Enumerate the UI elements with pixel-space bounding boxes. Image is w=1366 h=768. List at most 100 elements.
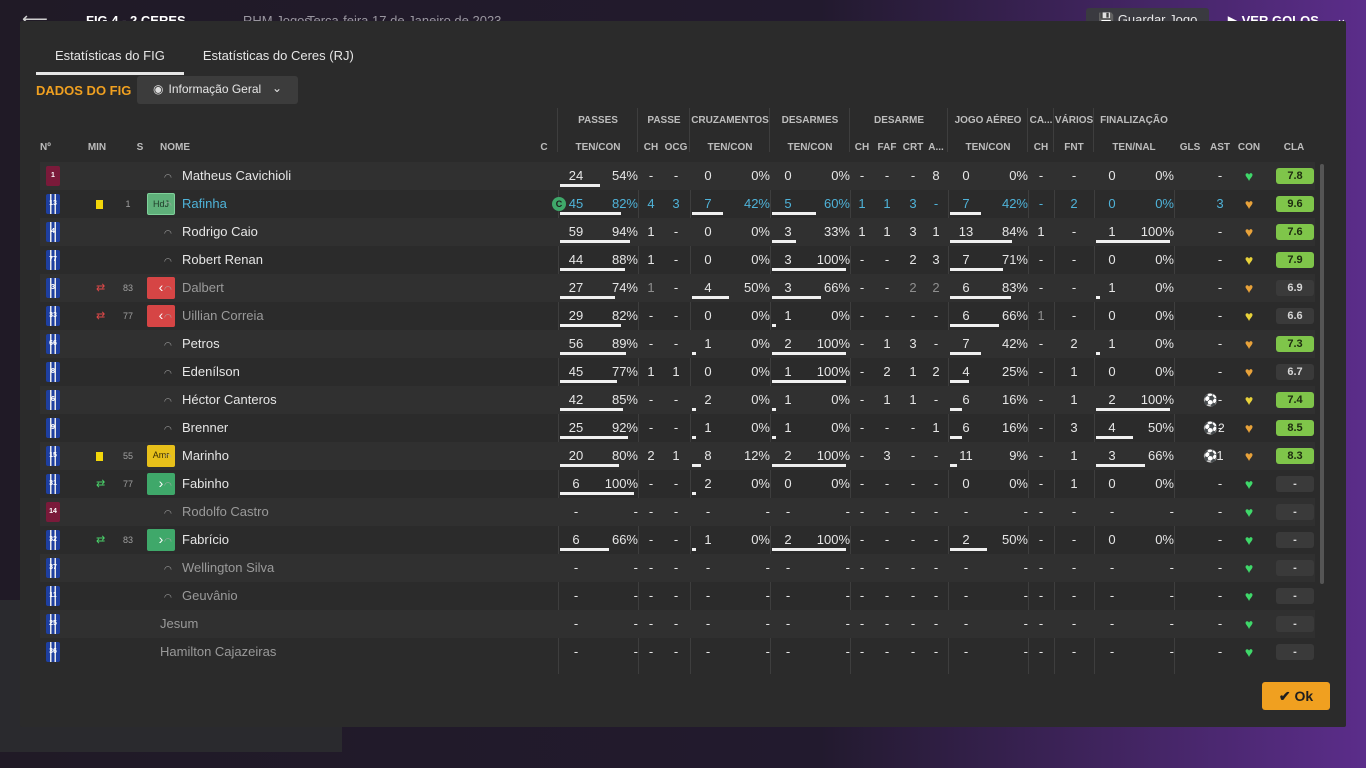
table-row[interactable]: 11 ◠ Geuvânio - - - - - - - - - - - - - - - - - - - ♥ - <box>40 582 1315 610</box>
player-name[interactable]: ◠ Uillian Correia <box>160 302 264 330</box>
stat-a: 3 <box>932 252 940 267</box>
player-name[interactable]: ◠ Rodrigo Caio <box>160 218 258 246</box>
stat-ocg: - <box>673 532 679 547</box>
player-name[interactable]: ◠ Rodolfo Castro <box>160 498 269 526</box>
stat-faf: - <box>884 280 890 295</box>
player-name[interactable]: ◠ Brenner <box>160 414 228 442</box>
stat-fnt: 1 <box>1070 476 1078 491</box>
player-name-text: Brenner <box>182 420 229 435</box>
stat-faf: - <box>884 588 890 603</box>
table-row[interactable]: 15 55 Amr ◠ Marinho 20 80% 8 12% 2 100% 11 9% 3 66% 2 1-… <box>40 442 1315 470</box>
player-name[interactable]: ◠ Wellington Silva <box>160 554 274 582</box>
table-row[interactable]: 4 ◠ Rodrigo Caio 59 94% 0 0% 3 33% 13 84% 1 100% 1-1 1… <box>40 218 1315 246</box>
stat-cart: - <box>1038 588 1044 603</box>
shirt-number-icon: 8 <box>46 362 60 382</box>
cruz-pct: 0% <box>751 532 770 547</box>
view-dropdown[interactable]: ◉ Informação Geral ⌄ <box>137 76 298 104</box>
cruz-pct: 0% <box>751 336 770 351</box>
col-header-d_a: A... <box>928 142 944 153</box>
des-attempts: 0 <box>784 476 792 491</box>
minute: 83 <box>122 283 133 293</box>
minute: 1 <box>125 199 131 209</box>
stat-dch: - <box>859 168 865 183</box>
player-name[interactable]: ◠ Dalbert <box>160 274 224 302</box>
player-name[interactable]: ◠ Matheus Cavichioli <box>160 162 291 190</box>
stat-ocg: - <box>673 224 679 239</box>
table-row[interactable]: 9 ◠ Brenner 25 92% 1 0% 1 0% 6 16% 4 50% - - - - -1-3- ⚽2 ♥… <box>40 414 1315 442</box>
aer-pct: 16% <box>1001 420 1028 435</box>
player-name[interactable]: ◠ Fabinho <box>160 470 229 498</box>
stat-crt: 1 <box>909 392 917 407</box>
table-row[interactable]: 36 Hamilton Cajazeiras - - - - - - - - - - - - - - - - - - -… <box>40 638 1315 666</box>
pass-attempts: - <box>573 616 579 631</box>
aer-attempts: - <box>963 644 969 659</box>
table-row[interactable]: 3 ⇄ 83 ‹ ◠ Dalbert 27 74% 4 50% 3 66% 6 83% 1 0% 1- - -2 2-… <box>40 274 1315 302</box>
rating-badge: - <box>1276 476 1314 492</box>
scrollbar[interactable] <box>1320 164 1324 584</box>
stat-ch: - <box>648 644 654 659</box>
stat-ast: - <box>1217 168 1223 183</box>
player-name[interactable]: ◠ Robert Renan <box>160 246 263 274</box>
des-bar <box>772 212 816 215</box>
shirt-number-icon: 32 <box>46 530 60 550</box>
fin-pct: - <box>1169 644 1174 659</box>
table-row[interactable]: 33 ⇄ 77 ‹ ◠ Uillian Correia 29 82% 0 0% 1 0% 6 66% 0 0%… <box>40 302 1315 330</box>
pass-bar <box>560 380 617 383</box>
fin-pct: 0% <box>1155 532 1174 547</box>
tab-bar: Estatísticas do FIG Estatísticas do Cere… <box>36 43 373 75</box>
stat-faf: - <box>884 504 890 519</box>
player-name[interactable]: ◠ Edenílson <box>160 358 240 386</box>
pass-bar <box>560 464 619 467</box>
shirt-number-icon: 1 <box>46 166 60 186</box>
headset-icon: ◠ <box>164 368 172 378</box>
player-name-text: Hamilton Cajazeiras <box>160 644 277 659</box>
col-header-fin_tn: TEN/NAL <box>1112 142 1156 153</box>
eye-icon: ◉ <box>153 82 164 96</box>
stat-ch: - <box>648 336 654 351</box>
pass-bar <box>560 324 621 327</box>
ok-button[interactable]: ✔ Ok <box>1262 682 1330 710</box>
stat-cart: - <box>1038 504 1044 519</box>
player-name[interactable]: ◠ Geuvânio <box>160 582 238 610</box>
table-row[interactable]: 25 Jesum - - - - - - - - - - - - - - - - - - - ♥ - <box>40 610 1315 638</box>
table-row[interactable]: 37 ◠ Wellington Silva - - - - - - - - - - - - - - - - - - - ♥ - <box>40 554 1315 582</box>
table-row[interactable]: 1 ◠ Matheus Cavichioli 24 54% 0 0% 0 0% 0 0% 0 0% - - -… <box>40 162 1315 190</box>
des-pct: - <box>845 588 850 603</box>
player-name[interactable]: ◠ Petros <box>160 330 220 358</box>
player-name[interactable]: ◠ Fabrício <box>160 526 229 554</box>
pass-pct: - <box>633 644 638 659</box>
tab-ceres-stats[interactable]: Estatísticas do Ceres (RJ) <box>184 43 373 75</box>
table-row[interactable]: 14 ◠ Rodolfo Castro - - - - - - - - - - - - - - - - - - - ♥ - <box>40 498 1315 526</box>
table-row[interactable]: 31 ⇄ 77 › ◠ Fabinho 6 100% 2 0% 0 0% 0 0% 0 0% - - - - - - -1-… <box>40 470 1315 498</box>
headset-icon: ◠ <box>164 284 172 294</box>
table-row[interactable]: 13 1 HdJ ◠ Rafinha C 45 82% 7 42% 5 60% 7 42% 0 0% 4 3 1 1 3… <box>40 190 1315 218</box>
player-name[interactable]: Jesum <box>160 610 198 638</box>
condition-heart-icon: ♥ <box>1244 392 1254 408</box>
stat-cart: - <box>1038 448 1044 463</box>
rating-badge: 7.9 <box>1276 252 1314 268</box>
table-row[interactable]: 66 ◠ Petros 56 89% 1 0% 2 100% 7 42% 1 0% - - -1 3- -2- ♥ 7… <box>40 330 1315 358</box>
player-name[interactable]: ◠ Rafinha <box>160 190 227 218</box>
table-row[interactable]: 32 ⇄ 83 › ◠ Fabrício 6 66% 1 0% 2 100% 2 50% 0 0% - - - - - -… <box>40 526 1315 554</box>
fin-pct: 0% <box>1155 280 1174 295</box>
player-name-text: Fabinho <box>182 476 229 491</box>
headset-icon: ◠ <box>164 536 172 546</box>
stat-cart: 1 <box>1037 224 1045 239</box>
col-header-cart_ch: CH <box>1033 142 1049 153</box>
cruz-bar <box>692 296 729 299</box>
table-row[interactable]: 77 ◠ Robert Renan 44 88% 0 0% 3 100% 7 71% 0 0% 1- - -2… <box>40 246 1315 274</box>
aer-pct: 25% <box>1001 364 1028 379</box>
table-row[interactable]: 8 ◠ Edenílson 45 77% 0 0% 1 100% 4 25% 0 0% 1 1-2 1 2-1-… <box>40 358 1315 386</box>
stat-faf: - <box>884 476 890 491</box>
player-name[interactable]: ◠ Héctor Canteros <box>160 386 277 414</box>
aer-attempts: 0 <box>962 168 970 183</box>
table-row[interactable]: 6 ◠ Héctor Canteros 42 85% 2 0% 1 0% 6 16% 2 100% - - -… <box>40 386 1315 414</box>
stat-a: - <box>933 532 939 547</box>
stat-ch: - <box>648 616 654 631</box>
shirt-number-icon: 36 <box>46 642 60 662</box>
tab-fig-stats[interactable]: Estatísticas do FIG <box>36 43 184 75</box>
player-name[interactable]: ◠ Marinho <box>160 442 229 470</box>
pass-bar <box>560 408 623 411</box>
player-name[interactable]: Hamilton Cajazeiras <box>160 638 276 666</box>
stat-fnt: - <box>1071 616 1077 631</box>
